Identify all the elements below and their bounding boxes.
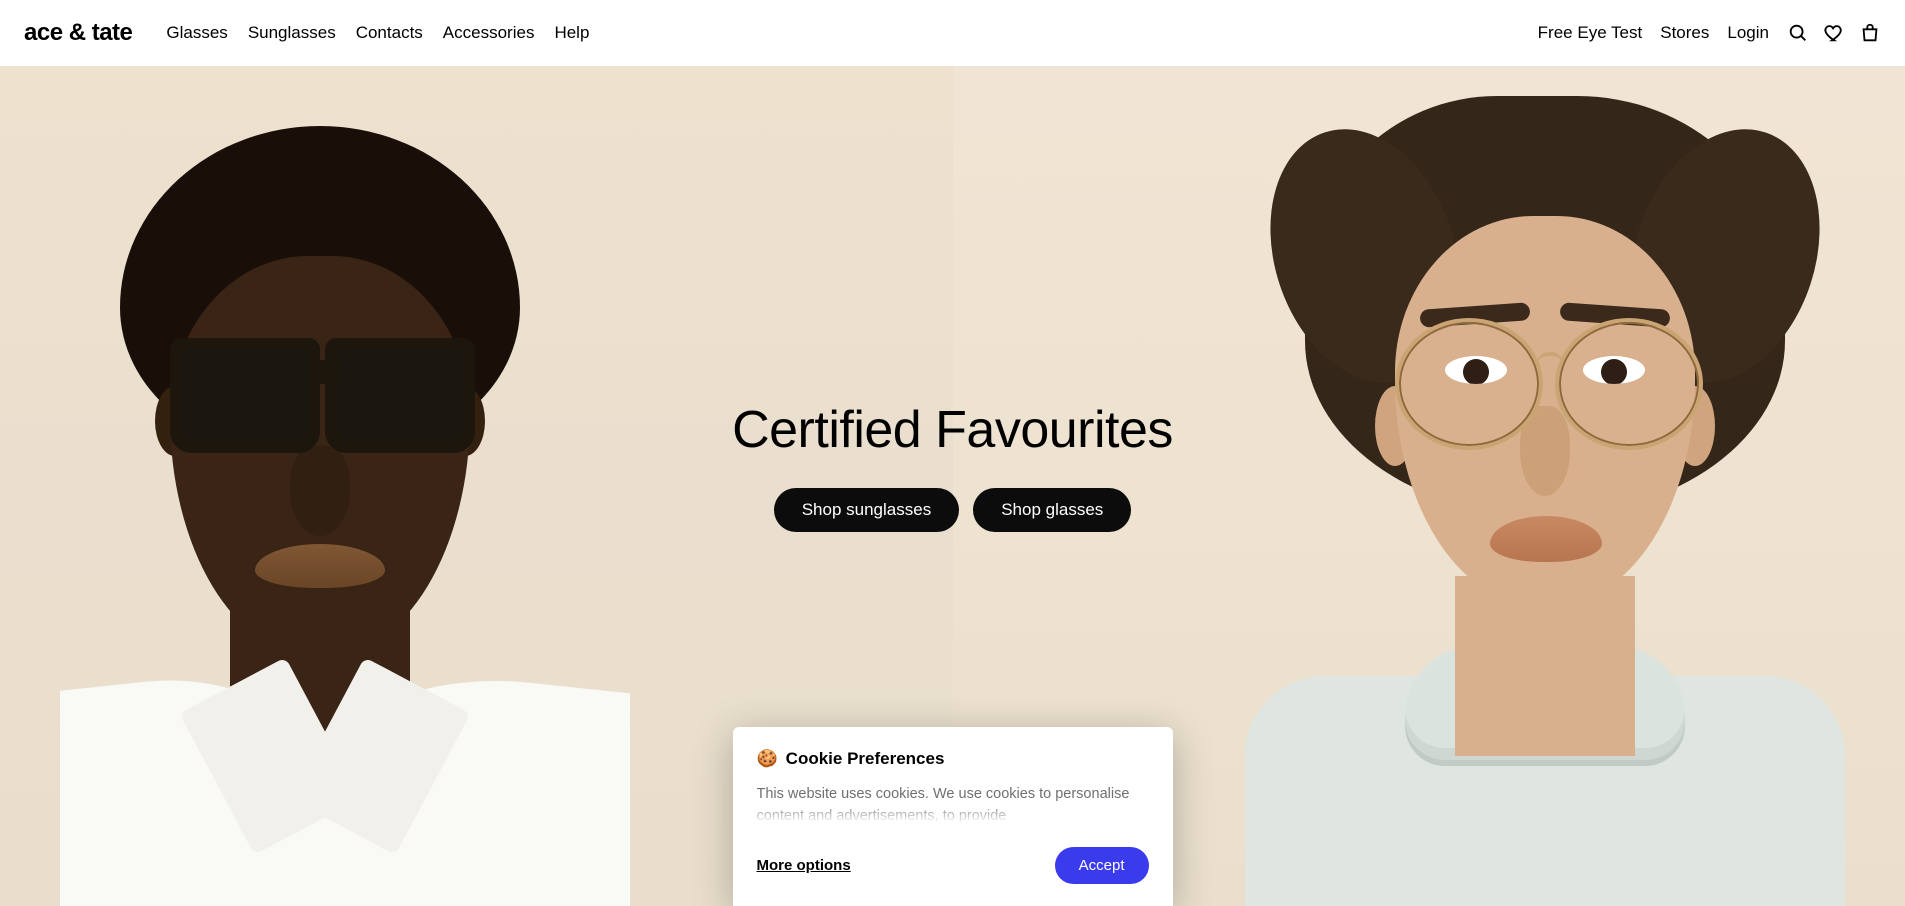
shop-sunglasses-button[interactable]: Shop sunglasses	[774, 488, 959, 532]
cookie-title-text: Cookie Preferences	[786, 749, 945, 769]
hero-title: Certified Favourites	[732, 400, 1173, 460]
cookie-emoji-icon: 🍪	[757, 749, 778, 769]
cookie-body-text: This website uses cookies. We use cookie…	[757, 783, 1149, 823]
cookie-more-options-link[interactable]: More options	[757, 857, 851, 874]
cookie-actions: More options Accept	[757, 847, 1149, 884]
cta-row: Shop sunglasses Shop glasses	[774, 488, 1132, 532]
cookie-banner: 🍪 Cookie Preferences This website uses c…	[733, 727, 1173, 906]
cookie-accept-button[interactable]: Accept	[1055, 847, 1149, 884]
cookie-title: 🍪 Cookie Preferences	[757, 749, 1149, 769]
shop-glasses-button[interactable]: Shop glasses	[973, 488, 1131, 532]
